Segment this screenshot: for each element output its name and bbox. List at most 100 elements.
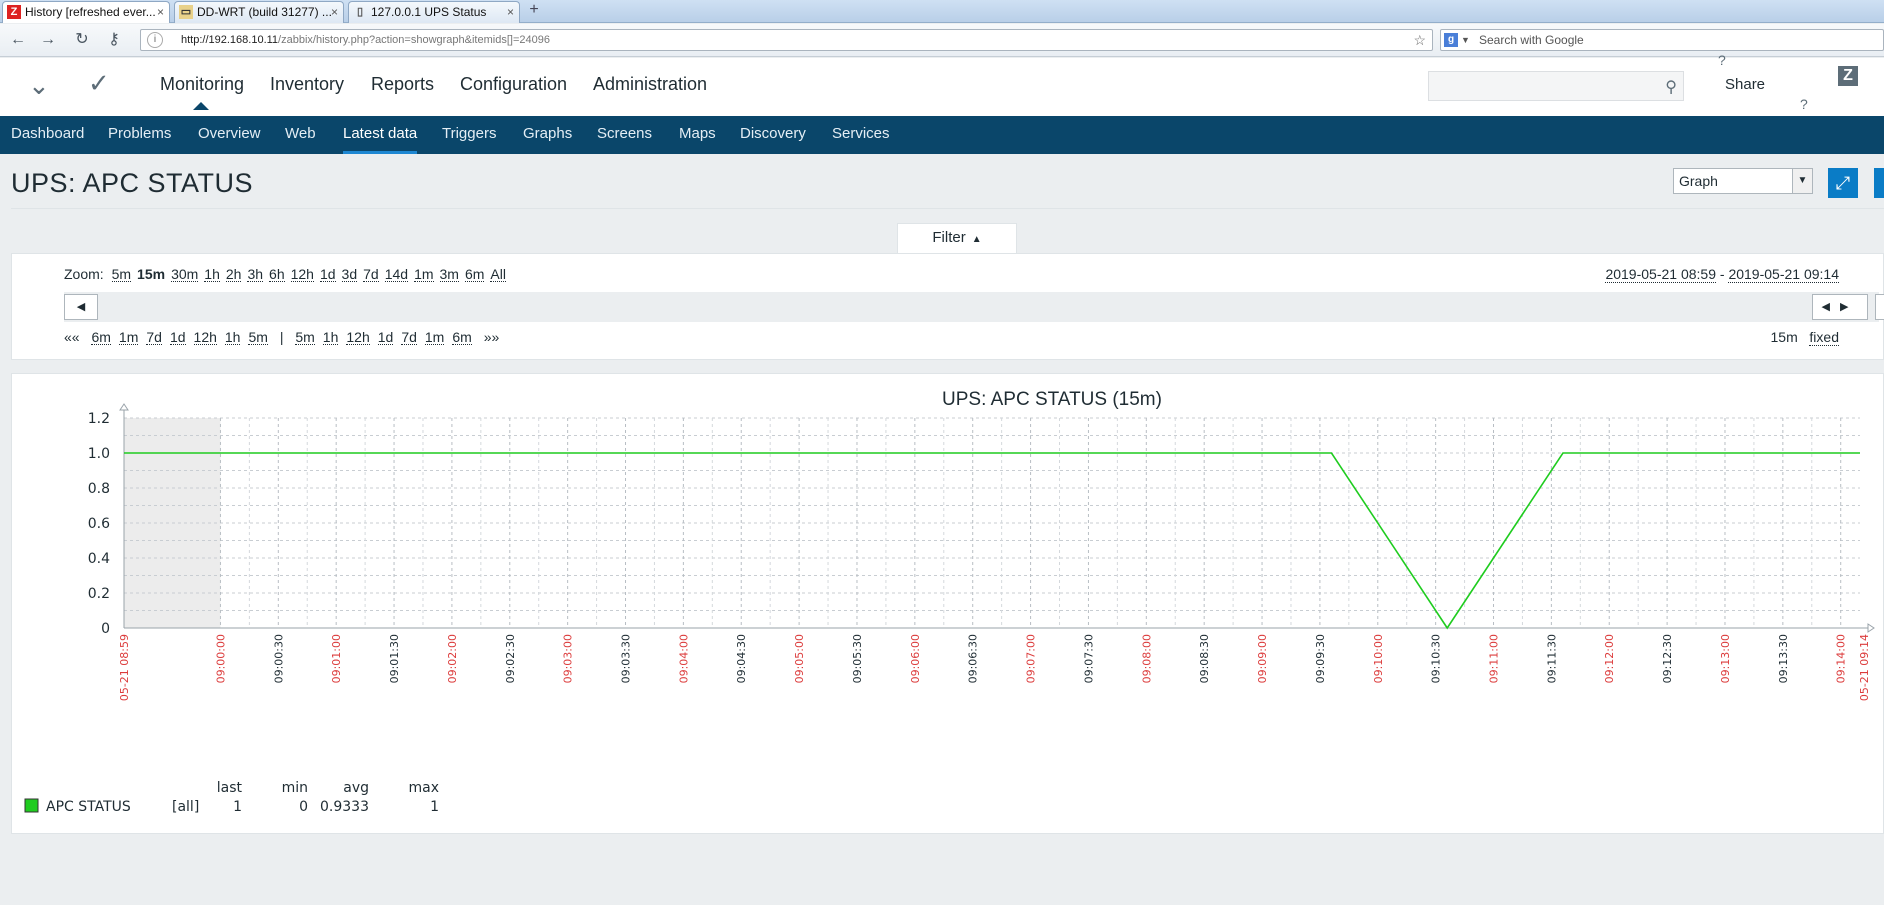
zoom-option-7d[interactable]: 7d <box>363 267 379 282</box>
tab-dashboard[interactable]: Dashboard <box>11 125 84 142</box>
zoom-option-6m[interactable]: 6m <box>464 267 485 282</box>
help-icon[interactable]: ? <box>1718 52 1726 68</box>
time-scrollbar[interactable]: ◀ ◀▶ ▶ <box>64 292 1884 322</box>
zoom-option-14d[interactable]: 14d <box>384 267 409 282</box>
zoom-option-2h[interactable]: 2h <box>225 267 242 282</box>
tab-screens[interactable]: Screens <box>597 125 652 142</box>
scroll-right-button[interactable]: ▶ <box>1875 294 1884 320</box>
nav-fwd-5m[interactable]: 5m <box>295 330 315 345</box>
x-tick-label: 09:01:00 <box>330 634 343 683</box>
menu-configuration[interactable]: Configuration <box>460 74 567 95</box>
forward-arrow-icon[interactable]: → <box>38 30 58 50</box>
app-header: ⌄ ✓ Monitoring Inventory Reports Configu… <box>0 52 1884 116</box>
tab-services[interactable]: Services <box>832 125 890 142</box>
date-to-link[interactable]: 2019-05-21 09:14 <box>1728 266 1839 283</box>
help-icon[interactable]: ? <box>1800 96 1808 112</box>
zoom-option-15m[interactable]: 15m <box>137 267 165 281</box>
legend-header-last: last <box>217 780 243 796</box>
nav-fwd-1d[interactable]: 1d <box>377 330 394 345</box>
zoom-option-12h[interactable]: 12h <box>290 267 314 282</box>
nav-back-start[interactable]: «« <box>64 329 80 345</box>
legend-func: [all] <box>172 799 199 815</box>
browser-search-input[interactable]: g ▼ Search with Google <box>1440 29 1884 51</box>
nav-fwd-1h[interactable]: 1h <box>322 330 339 345</box>
x-tick-label: 09:03:30 <box>620 634 633 683</box>
tab-latest-data[interactable]: Latest data <box>343 125 417 142</box>
x-end-label: 05-21 09:14 <box>1858 634 1871 701</box>
menu-administration[interactable]: Administration <box>593 74 707 95</box>
browser-tab-title: History [refreshed ever... <box>25 5 156 19</box>
zabbix-favicon-icon: Z <box>7 5 21 19</box>
browser-tab-ddwrt[interactable]: ▭ DD-WRT (build 31277) ... × <box>174 1 344 23</box>
tab-problems[interactable]: Problems <box>108 125 171 142</box>
zoom-option-all[interactable]: All <box>490 267 506 282</box>
zoom-option-1m[interactable]: 1m <box>414 267 434 282</box>
zoom-option-3m[interactable]: 3m <box>439 267 459 282</box>
tab-discovery[interactable]: Discovery <box>740 125 806 142</box>
address-bar[interactable]: i http://192.168.10.11/zabbix/history.ph… <box>140 29 1433 51</box>
share-link[interactable]: Share <box>1725 76 1765 93</box>
key-icon[interactable]: ⚷ <box>104 30 124 50</box>
tab-web[interactable]: Web <box>285 125 316 142</box>
tab-maps[interactable]: Maps <box>679 125 716 142</box>
date-from-link[interactable]: 2019-05-21 08:59 <box>1605 266 1716 283</box>
new-tab-button[interactable]: + <box>526 2 542 19</box>
active-tab-underline <box>343 151 417 154</box>
nav-fwd-12h[interactable]: 12h <box>346 330 370 345</box>
browser-nav-bar: ← → ↻ ⚷ i http://192.168.10.11/zabbix/hi… <box>0 24 1884 57</box>
kiosk-mode-button[interactable] <box>1874 168 1884 198</box>
back-arrow-icon[interactable]: ← <box>8 30 28 50</box>
fullscreen-button[interactable]: ⤢ <box>1828 168 1858 198</box>
chevron-down-icon[interactable]: ▼ <box>1792 169 1812 193</box>
nav-fwd-1m[interactable]: 1m <box>424 330 445 345</box>
nav-fwd-7d[interactable]: 7d <box>401 330 417 345</box>
zoom-option-1h[interactable]: 1h <box>204 267 220 282</box>
menu-inventory[interactable]: Inventory <box>270 74 344 95</box>
zoom-option-30m[interactable]: 30m <box>171 267 199 282</box>
tab-triggers[interactable]: Triggers <box>442 125 496 142</box>
checkmark-icon[interactable]: ✓ <box>88 68 110 99</box>
nav-fwd-6m[interactable]: 6m <box>452 330 472 345</box>
search-input[interactable]: ⚲ <box>1428 71 1684 101</box>
fixed-toggle[interactable]: fixed <box>1809 329 1839 346</box>
zabbix-logo-icon[interactable]: Z <box>1838 66 1858 86</box>
menu-monitoring[interactable]: Monitoring <box>160 74 244 95</box>
tab-graphs[interactable]: Graphs <box>523 125 572 142</box>
zoom-option-5m[interactable]: 5m <box>111 267 132 282</box>
zoom-option-1d[interactable]: 1d <box>319 267 336 282</box>
zoom-option-6h[interactable]: 6h <box>269 267 285 282</box>
zoom-option-3d[interactable]: 3d <box>341 267 358 282</box>
bookmark-star-icon[interactable]: ☆ <box>1413 30 1426 50</box>
close-tab-icon[interactable]: × <box>507 2 514 22</box>
browser-tab-ups-status[interactable]: ▯ 127.0.0.1 UPS Status × <box>348 1 520 23</box>
filter-tab[interactable]: Filter ▲ <box>897 223 1017 254</box>
collapse-chevron-icon[interactable]: ⌄ <box>28 70 50 101</box>
nav-back-1m[interactable]: 1m <box>118 330 139 345</box>
chevron-down-icon[interactable]: ▼ <box>1461 30 1470 50</box>
view-select[interactable]: Graph ▼ <box>1673 168 1813 194</box>
legend-series-name: APC STATUS <box>46 799 131 815</box>
close-tab-icon[interactable]: × <box>331 2 338 22</box>
browser-tab-history[interactable]: Z History [refreshed ever... × <box>2 1 170 23</box>
scroll-handle[interactable]: ◀▶ <box>1812 294 1868 320</box>
legend-value-avg: 0.9333 <box>320 799 369 815</box>
x-tick-label: 09:01:30 <box>388 634 401 683</box>
nav-back-12h[interactable]: 12h <box>193 330 217 345</box>
site-info-icon[interactable]: i <box>147 32 163 48</box>
tab-overview[interactable]: Overview <box>198 125 261 142</box>
ddwrt-favicon-icon: ▭ <box>179 5 193 19</box>
nav-back-5m[interactable]: 5m <box>248 330 268 345</box>
filter-tab-label: Filter <box>932 229 966 246</box>
nav-back-1d[interactable]: 1d <box>169 330 186 345</box>
nav-back-7d[interactable]: 7d <box>146 330 162 345</box>
close-tab-icon[interactable]: × <box>157 2 164 22</box>
zoom-option-3h[interactable]: 3h <box>247 267 264 282</box>
menu-reports[interactable]: Reports <box>371 74 434 95</box>
scroll-left-button[interactable]: ◀ <box>64 294 98 320</box>
nav-fwd-end[interactable]: »» <box>484 329 500 345</box>
search-icon[interactable]: ⚲ <box>1665 77 1677 97</box>
y-tick-label: 0 <box>101 621 110 637</box>
nav-back-6m[interactable]: 6m <box>91 330 111 345</box>
nav-back-1h[interactable]: 1h <box>224 330 241 345</box>
reload-icon[interactable]: ↻ <box>72 30 92 50</box>
